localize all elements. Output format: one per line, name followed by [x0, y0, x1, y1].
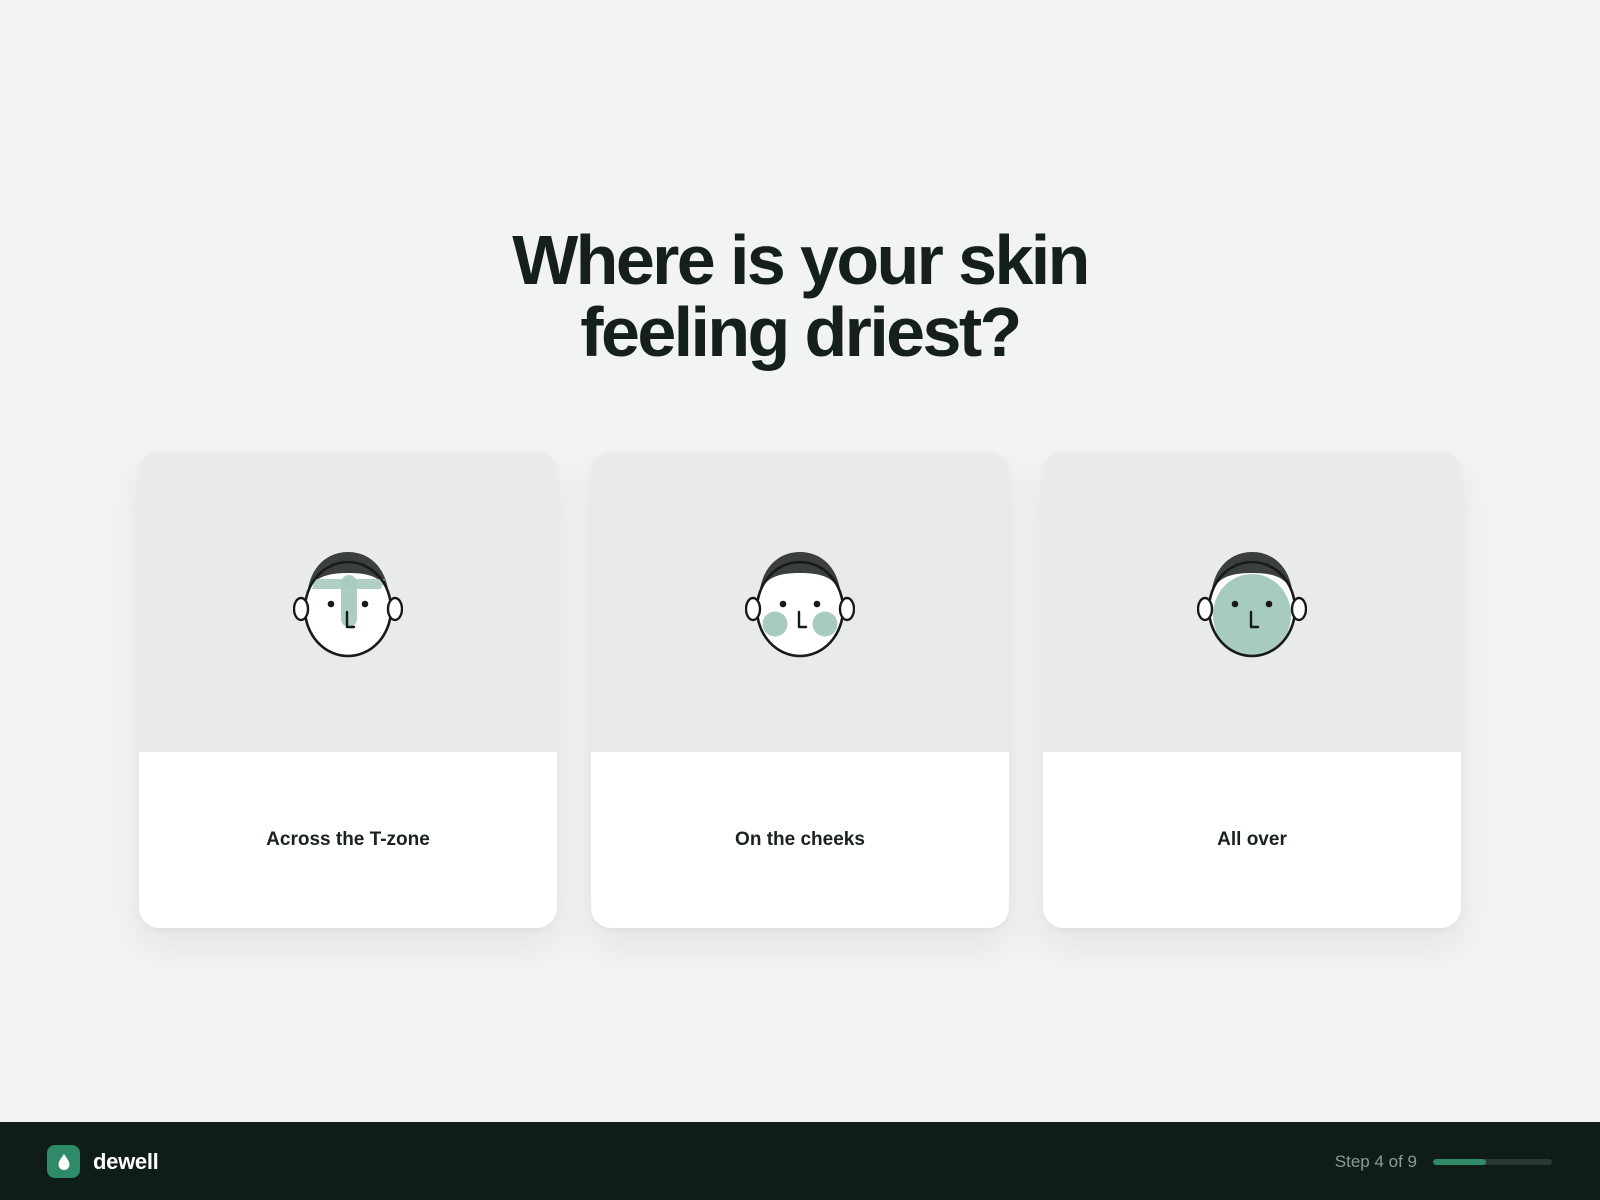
- option-illustration: [139, 452, 557, 752]
- progress-bar: [1433, 1158, 1552, 1165]
- question-title: Where is your skin feeling driest?: [512, 221, 1090, 371]
- progress-indicator: Step 4 of 9: [1335, 1145, 1552, 1178]
- droplet-icon: [47, 1145, 80, 1178]
- option-card-all-over[interactable]: All over: [1043, 452, 1461, 928]
- brand-name: dewell: [93, 1148, 159, 1174]
- face-all-over-icon: [1197, 552, 1307, 658]
- option-card-t-zone[interactable]: Across the T-zone: [139, 452, 557, 928]
- footer-bar: dewell Step 4 of 9: [0, 1122, 1600, 1200]
- option-illustration: [1043, 452, 1461, 752]
- brand: dewell: [47, 1145, 159, 1178]
- option-label: All over: [1217, 829, 1287, 850]
- option-illustration: [591, 452, 1009, 752]
- answer-options: Across the T-zone On the cheeks All over: [139, 452, 1461, 928]
- quiz-main: Where is your skin feeling driest? Across…: [0, 0, 1600, 1122]
- progress-bar-fill: [1433, 1158, 1486, 1165]
- option-label: On the cheeks: [735, 829, 865, 850]
- option-card-cheeks[interactable]: On the cheeks: [591, 452, 1009, 928]
- face-t-zone-icon: [293, 552, 403, 658]
- face-cheeks-icon: [745, 552, 855, 658]
- option-label: Across the T-zone: [266, 829, 430, 850]
- step-counter: Step 4 of 9: [1334, 1151, 1417, 1171]
